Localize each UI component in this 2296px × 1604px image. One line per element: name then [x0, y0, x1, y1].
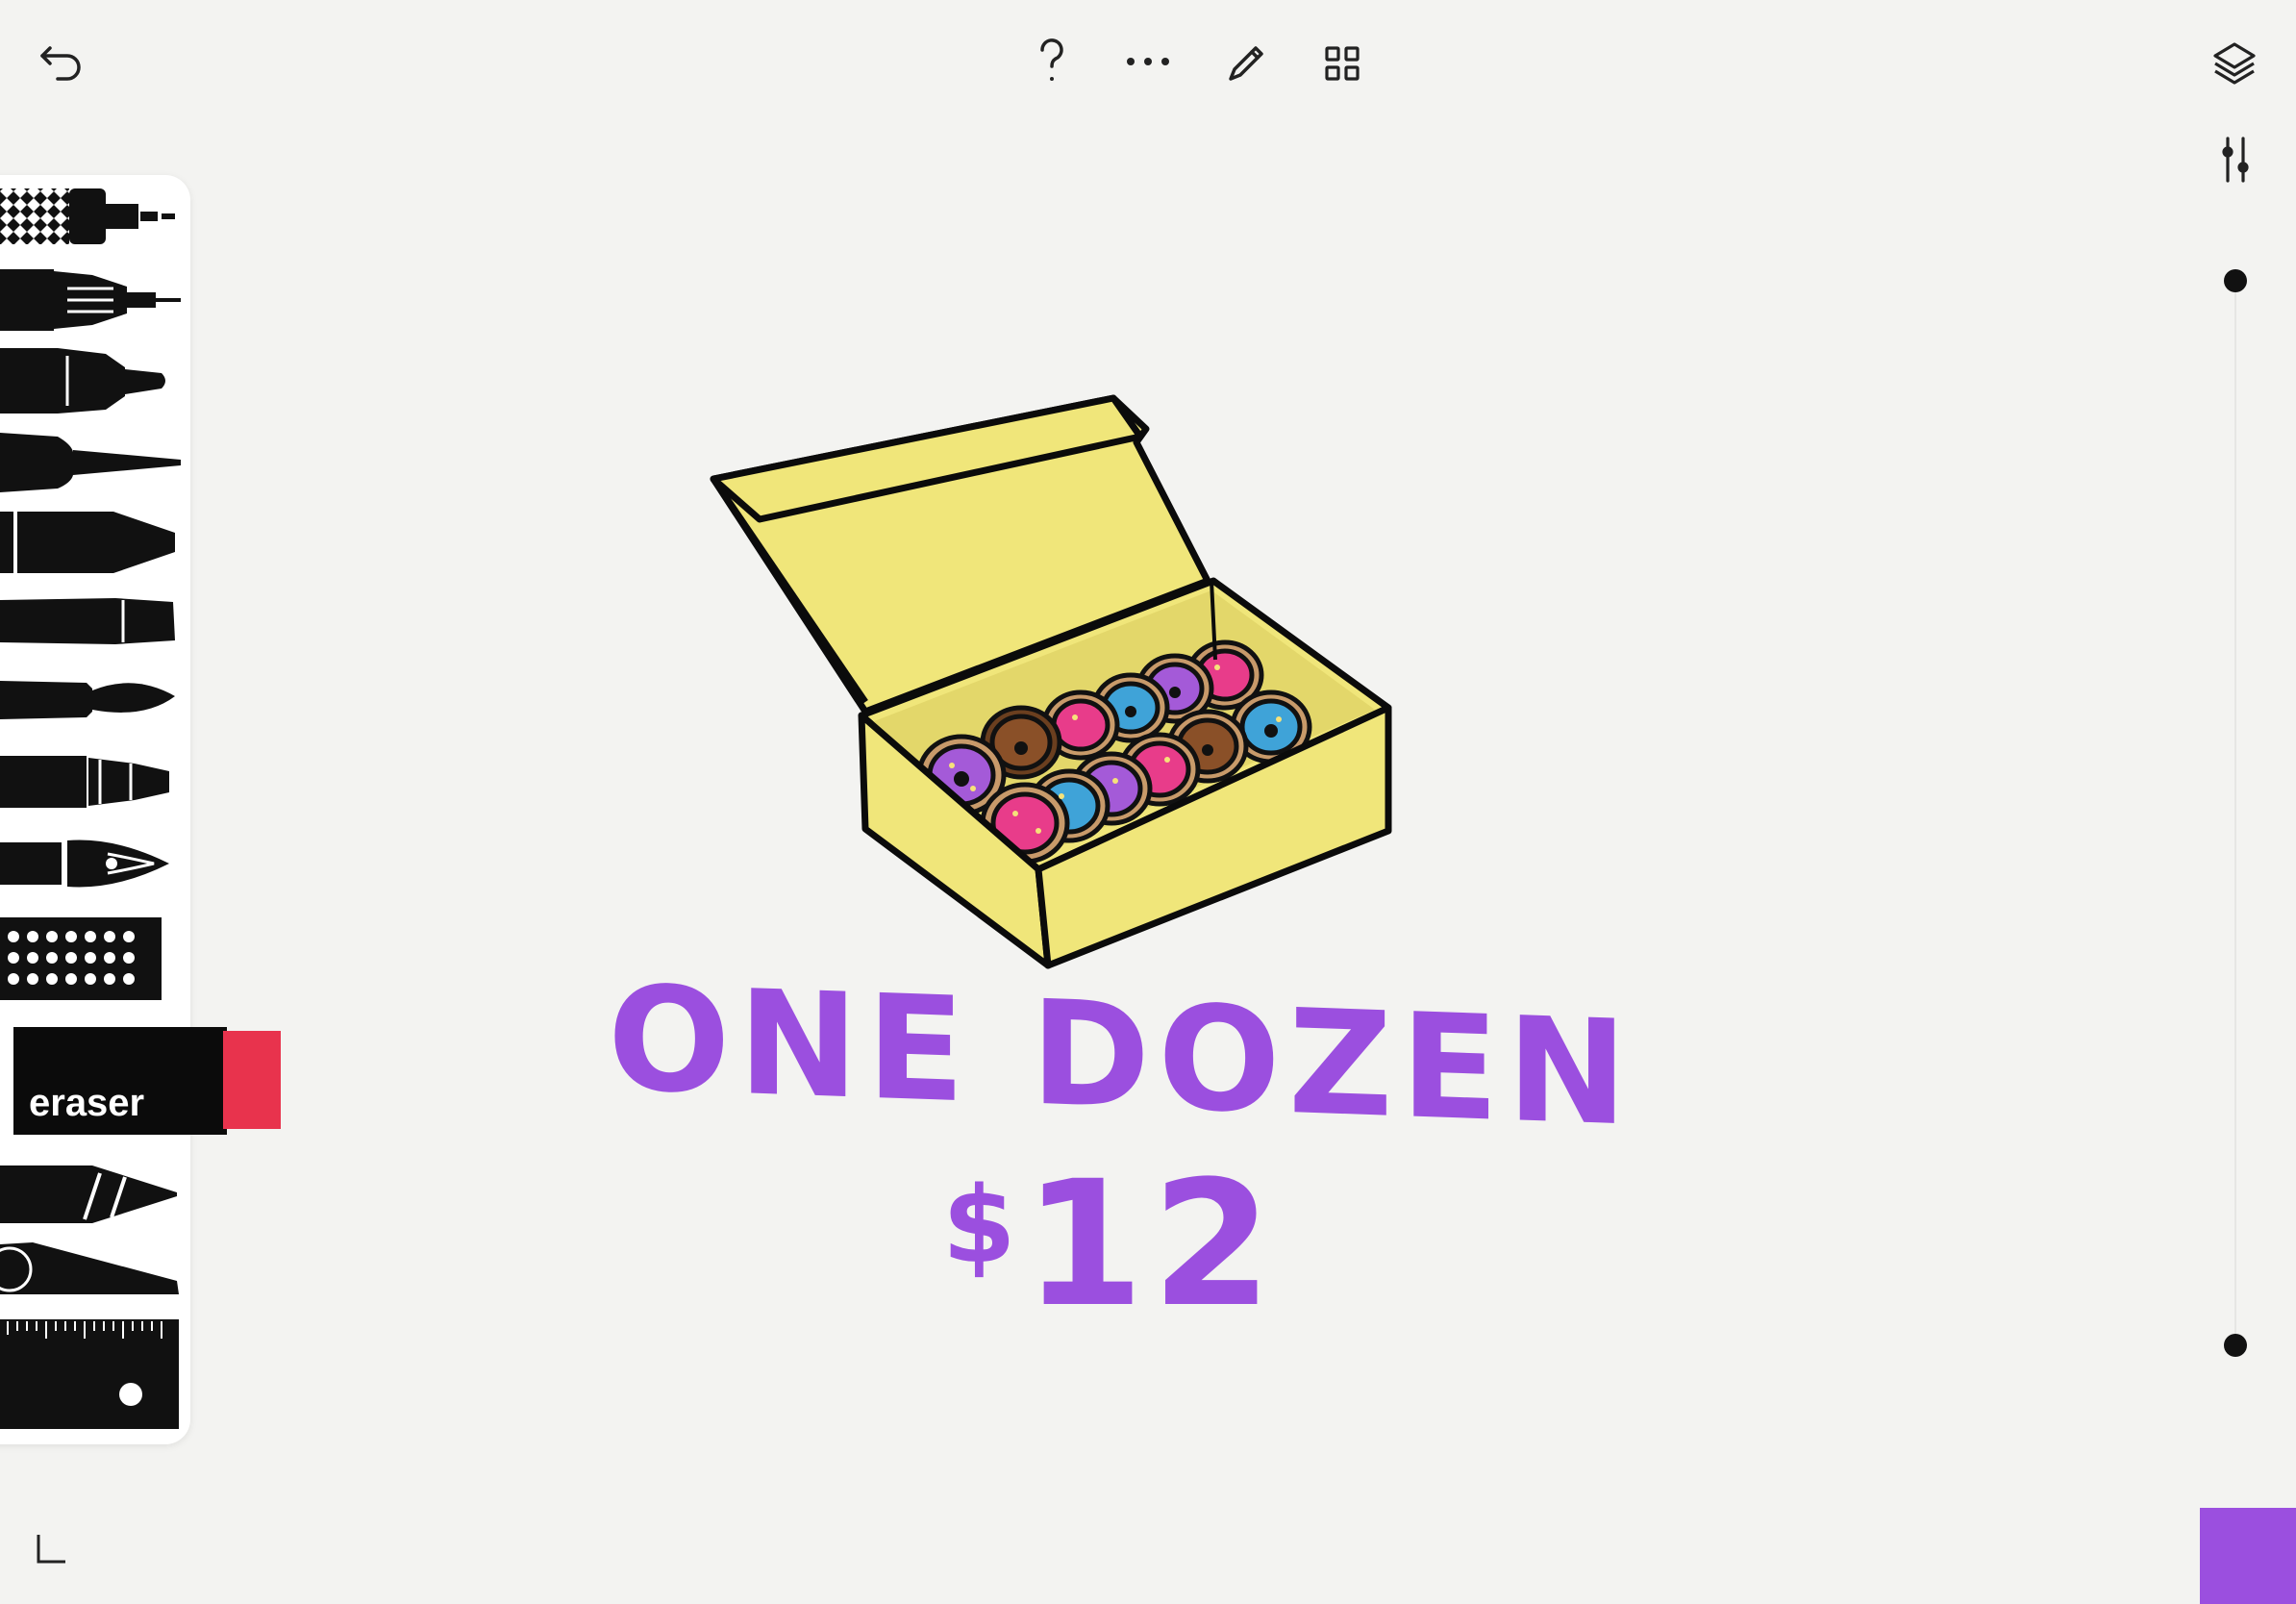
crop-corner-icon[interactable] — [33, 1529, 71, 1567]
artwork-price-text: $12 — [942, 1144, 1280, 1345]
price-dollar-sign: $ — [942, 1164, 1024, 1287]
price-value: 12 — [1023, 1144, 1281, 1345]
donut-box-drawing — [710, 394, 1392, 969]
current-color-swatch[interactable] — [2200, 1508, 2296, 1604]
artwork-title-text: ONE DOZEN — [608, 955, 1635, 1159]
